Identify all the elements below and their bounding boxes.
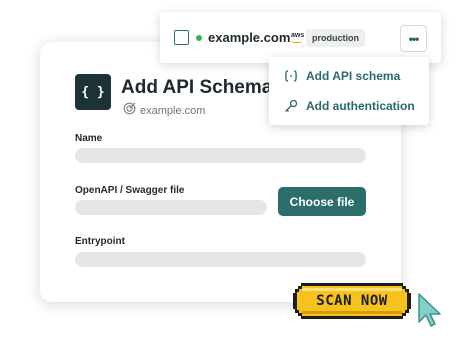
name-field[interactable]: [75, 148, 366, 163]
target-row: example.com aws production •••: [160, 12, 441, 63]
scan-target-icon: [123, 102, 136, 120]
menu-item-label: Add API schema: [306, 69, 401, 83]
name-label: Name: [75, 133, 103, 144]
key-icon: [283, 98, 299, 114]
api-braces-icon: { }: [75, 74, 111, 110]
entrypoint-label: Entrypoint: [75, 236, 125, 247]
menu-item-label: Add authentication: [306, 99, 415, 113]
aws-logo: aws: [291, 32, 305, 39]
scan-now-button[interactable]: SCAN NOW: [293, 283, 411, 319]
page-title: Add API Schema: [121, 77, 273, 98]
menu-item-add-authentication[interactable]: Add authentication: [269, 91, 429, 121]
options-dropdown: Add API schema Add authentication: [269, 57, 429, 125]
openapi-file-label: OpenAPI / Swagger file: [75, 185, 185, 196]
choose-file-button[interactable]: Choose file: [278, 187, 366, 216]
subtitle-domain: example.com: [140, 105, 206, 117]
app-icon-glyph: { }: [81, 84, 105, 100]
select-checkbox[interactable]: [174, 30, 189, 45]
entrypoint-field[interactable]: [75, 252, 366, 267]
environment-badge: production: [306, 29, 365, 47]
more-options-button[interactable]: •••: [400, 25, 427, 52]
openapi-file-field[interactable]: [75, 200, 267, 215]
api-braces-icon: [283, 68, 299, 84]
subtitle-row: example.com: [123, 102, 205, 120]
status-dot: [196, 35, 202, 41]
target-domain: example.com: [208, 30, 291, 45]
menu-item-add-api-schema[interactable]: Add API schema: [269, 61, 429, 91]
aws-logo-smile: [291, 40, 302, 43]
pointer-cursor-icon: [418, 293, 441, 327]
scan-now-label: SCAN NOW: [316, 293, 388, 309]
more-icon: •••: [408, 31, 420, 46]
